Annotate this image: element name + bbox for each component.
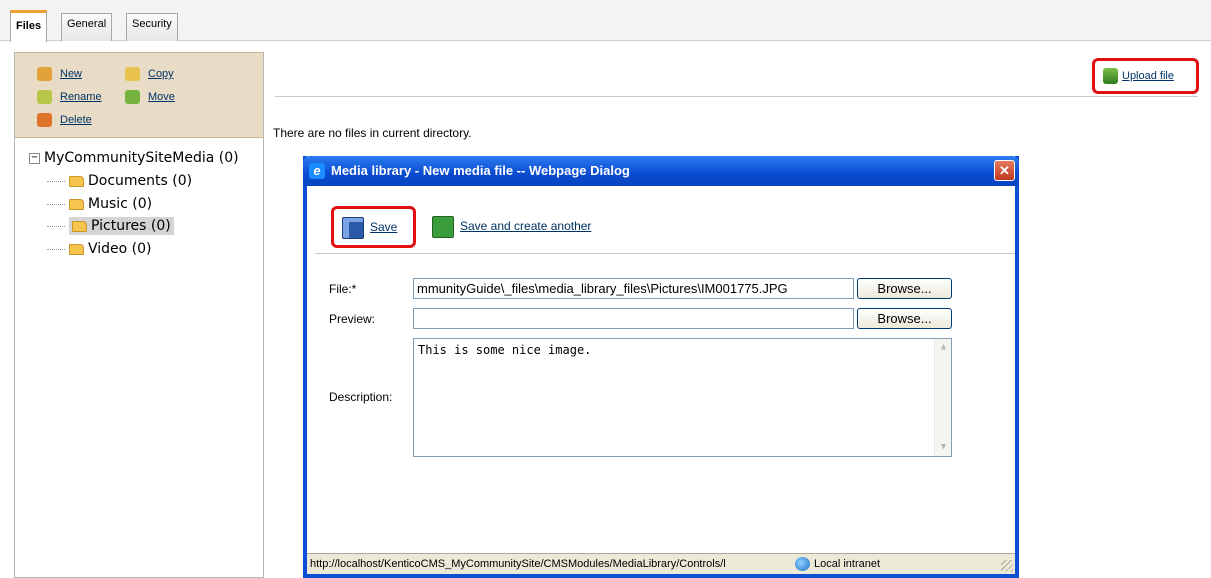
tree-connector xyxy=(47,203,65,205)
scroll-down-arrow-icon[interactable]: ▼ xyxy=(936,440,951,455)
empty-message: There are no files in current directory. xyxy=(273,126,472,140)
tab-security[interactable]: Security xyxy=(126,13,178,41)
folder-icon xyxy=(69,175,84,187)
tree-item-label: Music (0) xyxy=(88,196,153,212)
new-label: New xyxy=(60,67,83,80)
tree-item-music[interactable]: Music (0) xyxy=(47,196,152,212)
media-file-dialog: e Media library - New media file -- Webp… xyxy=(303,156,1019,578)
upload-file-label: Upload file xyxy=(1122,69,1174,82)
folder-icon xyxy=(69,198,84,210)
tree-root[interactable]: − MyCommunitySiteMedia (0) xyxy=(29,150,239,166)
rename-button[interactable]: Rename xyxy=(37,90,102,104)
tree-connector xyxy=(47,248,65,250)
rename-folder-icon xyxy=(37,90,52,104)
tree-connector xyxy=(47,180,65,182)
preview-label: Preview: xyxy=(329,312,376,326)
file-browse-button[interactable]: Browse... xyxy=(857,278,952,299)
tree-item-label: Documents (0) xyxy=(88,173,193,189)
tree-item-pictures[interactable]: Pictures (0) xyxy=(47,217,174,235)
ie-icon: e xyxy=(309,163,325,179)
move-button[interactable]: Move xyxy=(125,90,175,104)
rename-label: Rename xyxy=(60,90,102,103)
preview-input[interactable] xyxy=(413,308,854,329)
status-bar: http://localhost/KenticoCMS_MyCommunityS… xyxy=(307,553,1015,574)
save-label: Save xyxy=(370,220,398,235)
save-button[interactable]: Save xyxy=(331,206,416,248)
upload-file-button[interactable]: Upload file xyxy=(1092,58,1199,94)
move-label: Move xyxy=(148,90,175,103)
description-label: Description: xyxy=(329,390,393,404)
tree-item-selected: Pictures (0) xyxy=(69,217,174,235)
preview-browse-button[interactable]: Browse... xyxy=(857,308,952,329)
file-input[interactable]: mmunityGuide\_files\media_library_files\… xyxy=(413,278,854,299)
divider xyxy=(275,96,1198,97)
save-and-create-another-button[interactable]: Save and create another xyxy=(432,216,591,238)
save-new-icon xyxy=(432,216,454,238)
collapse-icon[interactable]: − xyxy=(29,152,40,164)
status-url: http://localhost/KenticoCMS_MyCommunityS… xyxy=(310,558,726,570)
file-label: File:* xyxy=(329,282,357,296)
security-zone: Local intranet xyxy=(795,557,880,571)
move-folder-icon xyxy=(125,90,140,104)
description-scrollbar[interactable]: ▲ ▼ xyxy=(934,339,951,456)
copy-folder-icon xyxy=(125,67,140,81)
resize-grip-icon[interactable] xyxy=(1001,560,1013,572)
dialog-title: Media library - New media file -- Webpag… xyxy=(331,163,630,178)
floppy-disk-icon xyxy=(342,217,364,239)
tab-general[interactable]: General xyxy=(61,13,113,41)
dialog-divider xyxy=(315,253,1015,254)
description-text: This is some nice image. xyxy=(418,343,592,357)
scroll-up-arrow-icon[interactable]: ▲ xyxy=(936,340,951,355)
globe-icon xyxy=(795,557,810,571)
actions-panel: New Copy Rename Move Delete xyxy=(15,52,263,138)
delete-label: Delete xyxy=(60,113,92,126)
tree-root-label: MyCommunitySiteMedia (0) xyxy=(44,150,239,166)
delete-folder-icon xyxy=(37,113,52,127)
delete-button[interactable]: Delete xyxy=(37,113,92,127)
tree-item-label: Pictures (0) xyxy=(91,218,171,234)
tree-item-video[interactable]: Video (0) xyxy=(47,241,152,257)
close-button[interactable]: ✕ xyxy=(994,160,1015,181)
new-button[interactable]: New xyxy=(37,67,82,81)
tree-item-documents[interactable]: Documents (0) xyxy=(47,173,192,189)
tree-connector xyxy=(47,225,65,227)
tree-item-label: Video (0) xyxy=(88,241,152,257)
left-panel: New Copy Rename Move Delete − MyCommunity… xyxy=(14,52,264,578)
description-textarea[interactable]: This is some nice image. ▲ ▼ xyxy=(413,338,952,457)
folder-icon xyxy=(69,243,84,255)
upload-icon xyxy=(1103,68,1118,84)
copy-button[interactable]: Copy xyxy=(125,67,174,81)
new-folder-icon xyxy=(37,67,52,81)
dialog-title-bar[interactable]: e Media library - New media file -- Webp… xyxy=(303,156,1019,186)
folder-icon xyxy=(72,220,87,232)
tab-files[interactable]: Files xyxy=(10,10,48,42)
zone-label: Local intranet xyxy=(814,557,881,570)
tabs-bar: Files General Security xyxy=(0,0,1211,42)
save-another-label: Save and create another xyxy=(460,219,592,234)
copy-label: Copy xyxy=(148,67,174,80)
